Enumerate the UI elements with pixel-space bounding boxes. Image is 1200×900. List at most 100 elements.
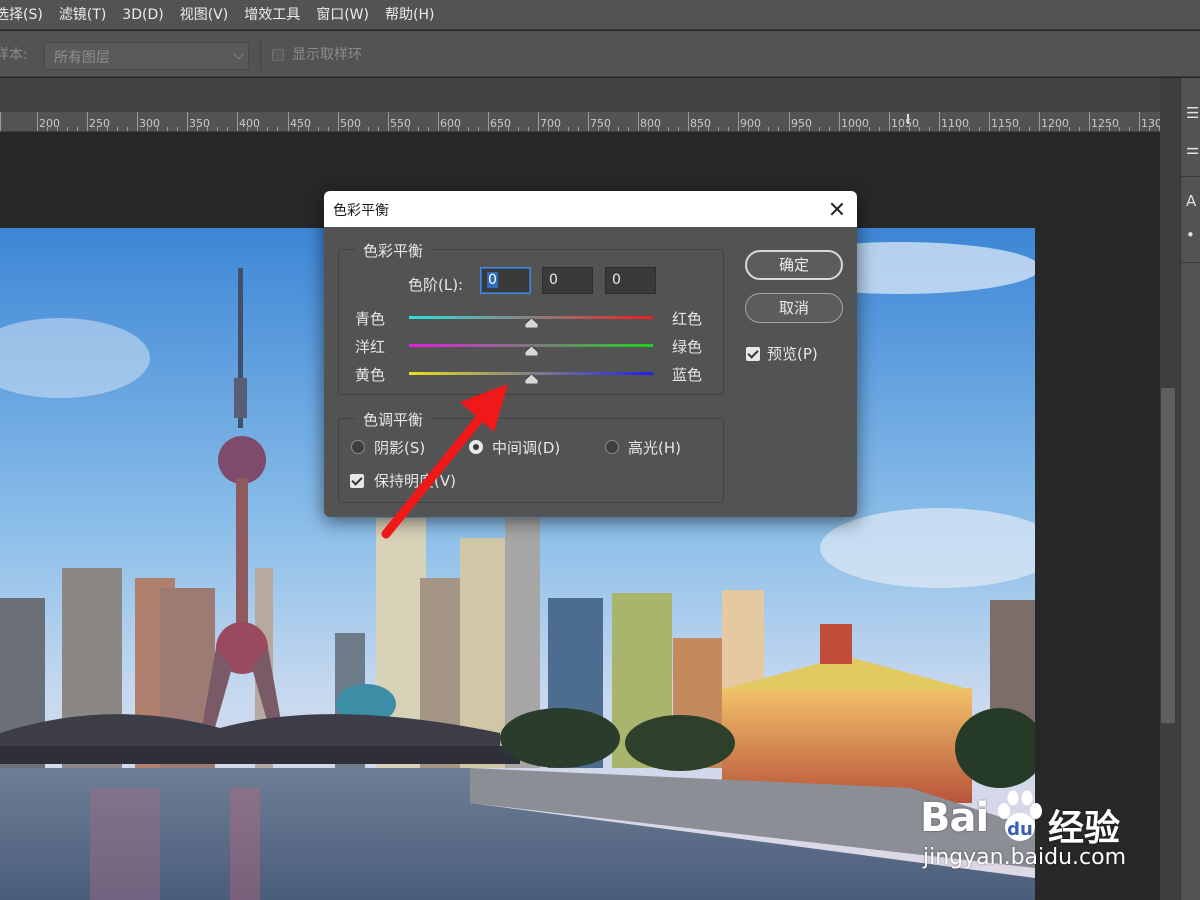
panel-properties-icon[interactable]: ☰: [1186, 104, 1199, 122]
ruler-minor-tick: [428, 127, 429, 131]
ruler-minor-tick: [979, 127, 980, 131]
chevron-down-icon: [233, 49, 244, 60]
ruler-tick: [889, 112, 890, 131]
menu-plugins[interactable]: 增效工具: [236, 0, 308, 30]
ruler-minor-tick: [849, 127, 850, 131]
panel-paragraph-icon[interactable]: •: [1186, 226, 1195, 244]
sample-select[interactable]: 所有图层: [44, 42, 249, 70]
options-bar: 样本: 所有图层 显示取样环: [0, 31, 1200, 77]
ruler-minor-tick: [819, 127, 820, 131]
preview-checkbox[interactable]: [746, 347, 760, 361]
ruler-minor-tick: [117, 127, 118, 131]
watermark-url: jingyan.baidu.com: [923, 845, 1127, 870]
menu-select[interactable]: 选择(S): [0, 0, 51, 30]
ruler-label: 1000: [841, 117, 869, 130]
sample-label: 样本:: [0, 47, 28, 63]
watermark-brand-cn: 经验: [1048, 808, 1121, 849]
ruler-minor-tick: [648, 127, 649, 131]
ruler-minor-tick: [67, 127, 68, 131]
ruler-minor-tick: [658, 127, 659, 131]
ruler-tick: [1039, 112, 1040, 131]
midtones-radio[interactable]: [469, 440, 483, 454]
ruler-minor-tick: [528, 127, 529, 131]
close-icon[interactable]: [827, 199, 847, 219]
slider-thumb[interactable]: [524, 318, 538, 328]
ruler-minor-tick: [799, 127, 800, 131]
slider-thumb[interactable]: [524, 374, 538, 384]
ruler-tick: [0, 112, 1, 131]
ruler-minor-tick: [318, 127, 319, 131]
ruler-tick: [538, 112, 539, 131]
level-input-magenta-green[interactable]: 0: [542, 267, 593, 294]
ruler-minor-tick: [47, 127, 48, 131]
ruler-minor-tick: [718, 127, 719, 131]
shadows-radio-label: 阴影(S): [374, 439, 426, 457]
ruler-tick: [187, 112, 188, 131]
ruler-minor-tick: [879, 127, 880, 131]
slider-right-label: 蓝色: [672, 366, 703, 384]
ruler-tick: [1089, 112, 1090, 131]
ruler-minor-tick: [378, 127, 379, 131]
shadows-radio[interactable]: [351, 440, 365, 454]
ruler-minor-tick: [448, 127, 449, 131]
ruler-minor-tick: [498, 127, 499, 131]
panel-divider: [1181, 176, 1200, 177]
ruler-minor-tick: [919, 127, 920, 131]
ruler-minor-tick: [728, 127, 729, 131]
panel-divider: [1181, 262, 1200, 263]
slider-left-label: 黄色: [355, 366, 386, 384]
ruler-minor-tick: [107, 127, 108, 131]
ruler-minor-tick: [999, 127, 1000, 131]
ruler-minor-tick: [608, 127, 609, 131]
slider-thumb[interactable]: [524, 346, 538, 356]
ruler-tick: [137, 112, 138, 131]
ruler-tick: [638, 112, 639, 131]
level-input-yellow-blue[interactable]: 0: [605, 267, 656, 294]
ruler-tick: [87, 112, 88, 131]
ruler-minor-tick: [167, 127, 168, 131]
ruler-minor-tick: [267, 127, 268, 131]
document-tab-strip: [0, 78, 1180, 112]
horizontal-ruler[interactable]: 200 250 300 350 400 450 500 550 600 650 700 750 800 8…: [0, 112, 1160, 132]
highlights-radio[interactable]: [605, 440, 619, 454]
panel-adjust-icon[interactable]: ⚌: [1186, 140, 1199, 158]
preserve-luminosity-checkbox[interactable]: [350, 474, 364, 488]
ruler-minor-tick: [328, 127, 329, 131]
menu-bar: 选择(S) 滤镜(T) 3D(D) 视图(V) 增效工具 窗口(W) 帮助(H): [0, 0, 1200, 30]
ruler-minor-tick: [127, 127, 128, 131]
ruler-minor-tick: [207, 127, 208, 131]
cancel-button[interactable]: 取消: [745, 293, 843, 323]
ruler-tick: [939, 112, 940, 131]
ruler-minor-tick: [468, 127, 469, 131]
ok-button[interactable]: 确定: [745, 250, 843, 280]
ruler-minor-tick: [568, 127, 569, 131]
watermark-brand: Bai: [920, 795, 989, 841]
ruler-minor-tick: [1019, 127, 1020, 131]
ruler-minor-tick: [77, 127, 78, 131]
menu-view[interactable]: 视图(V): [172, 0, 237, 30]
show-ring-checkbox[interactable]: [272, 49, 284, 61]
ruler-minor-tick: [308, 127, 309, 131]
menu-filter[interactable]: 滤镜(T): [51, 0, 114, 30]
ruler-minor-tick: [618, 127, 619, 131]
ruler-minor-tick: [1149, 127, 1150, 131]
ruler-minor-tick: [458, 127, 459, 131]
ruler-label: 1250: [1091, 117, 1119, 130]
ruler-minor-tick: [909, 127, 910, 131]
ruler-minor-tick: [748, 127, 749, 131]
svg-text:du: du: [1007, 819, 1033, 840]
menu-help[interactable]: 帮助(H): [377, 0, 442, 30]
ruler-minor-tick: [298, 127, 299, 131]
ruler-minor-tick: [949, 127, 950, 131]
panel-character-icon[interactable]: A: [1186, 192, 1196, 210]
ruler-minor-tick: [969, 127, 970, 131]
ruler-label: 1150: [991, 117, 1019, 130]
ruler-label: 1050: [891, 117, 919, 130]
level-input-cyan-red[interactable]: 0: [480, 267, 531, 294]
dialog-title-bar[interactable]: 色彩平衡: [324, 191, 857, 227]
ruler-minor-tick: [758, 127, 759, 131]
slider-left-label: 洋红: [355, 338, 386, 356]
scrollbar-thumb[interactable]: [1161, 388, 1175, 723]
menu-window[interactable]: 窗口(W): [308, 0, 377, 30]
menu-3d[interactable]: 3D(D): [114, 0, 171, 30]
